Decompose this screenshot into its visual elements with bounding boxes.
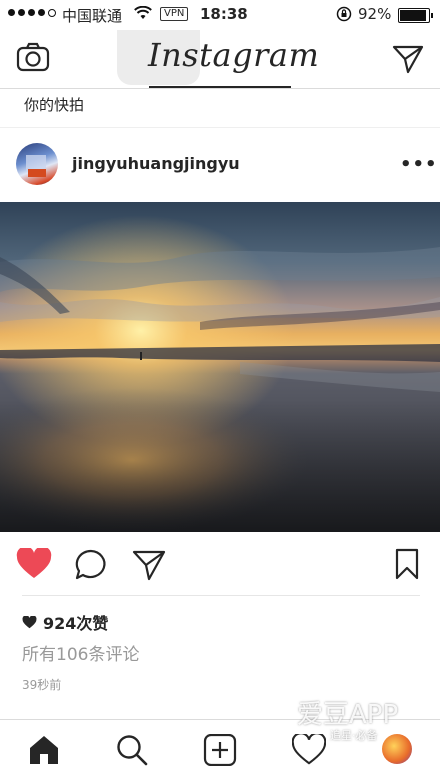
- battery-percent: 92%: [358, 5, 392, 23]
- heart-icon[interactable]: [292, 734, 326, 766]
- signal-strength-icon: [8, 9, 56, 17]
- share-icon[interactable]: [132, 549, 166, 581]
- your-story-label[interactable]: 你的快拍: [24, 94, 84, 115]
- stories-bar: 你的快拍: [0, 89, 440, 128]
- small-heart-icon: [22, 615, 37, 628]
- post-timestamp: 39秒前: [22, 678, 62, 692]
- view-comments-link[interactable]: 所有106条评论: [22, 640, 139, 665]
- likes-text: 924次赞: [43, 614, 109, 633]
- watermark-logo: 爱豆APP: [297, 700, 399, 730]
- battery-icon: [398, 8, 433, 23]
- profile-avatar[interactable]: [382, 734, 412, 764]
- post-photo[interactable]: [0, 202, 440, 532]
- home-icon[interactable]: [28, 734, 60, 766]
- comment-icon[interactable]: [74, 549, 108, 581]
- post-username[interactable]: jingyuhuangjingyu: [72, 154, 240, 173]
- add-icon[interactable]: [203, 734, 237, 766]
- watermark-subtitle: 追星·必备: [330, 729, 378, 742]
- post-divider: [22, 595, 420, 596]
- vpn-badge: VPN: [160, 7, 189, 21]
- rotation-lock-icon: [336, 6, 352, 22]
- instagram-logo: Instagram: [148, 36, 320, 74]
- wifi-icon: [134, 6, 152, 19]
- more-options-icon[interactable]: •••: [400, 154, 438, 175]
- carrier-name: 中国联通: [62, 7, 123, 25]
- logo-underline: [149, 86, 291, 88]
- paper-plane-icon[interactable]: [392, 44, 424, 74]
- status-bar: 中国联通 VPN 18:38 92%: [0, 0, 440, 30]
- app-header: Instagram: [0, 30, 440, 89]
- status-time: 18:38: [200, 5, 248, 23]
- post-avatar[interactable]: [16, 143, 58, 185]
- search-icon[interactable]: [116, 734, 148, 766]
- bookmark-icon[interactable]: [395, 548, 419, 580]
- likes-count[interactable]: 924次赞: [22, 610, 108, 634]
- camera-icon[interactable]: [16, 42, 50, 72]
- like-heart-icon[interactable]: [16, 548, 52, 580]
